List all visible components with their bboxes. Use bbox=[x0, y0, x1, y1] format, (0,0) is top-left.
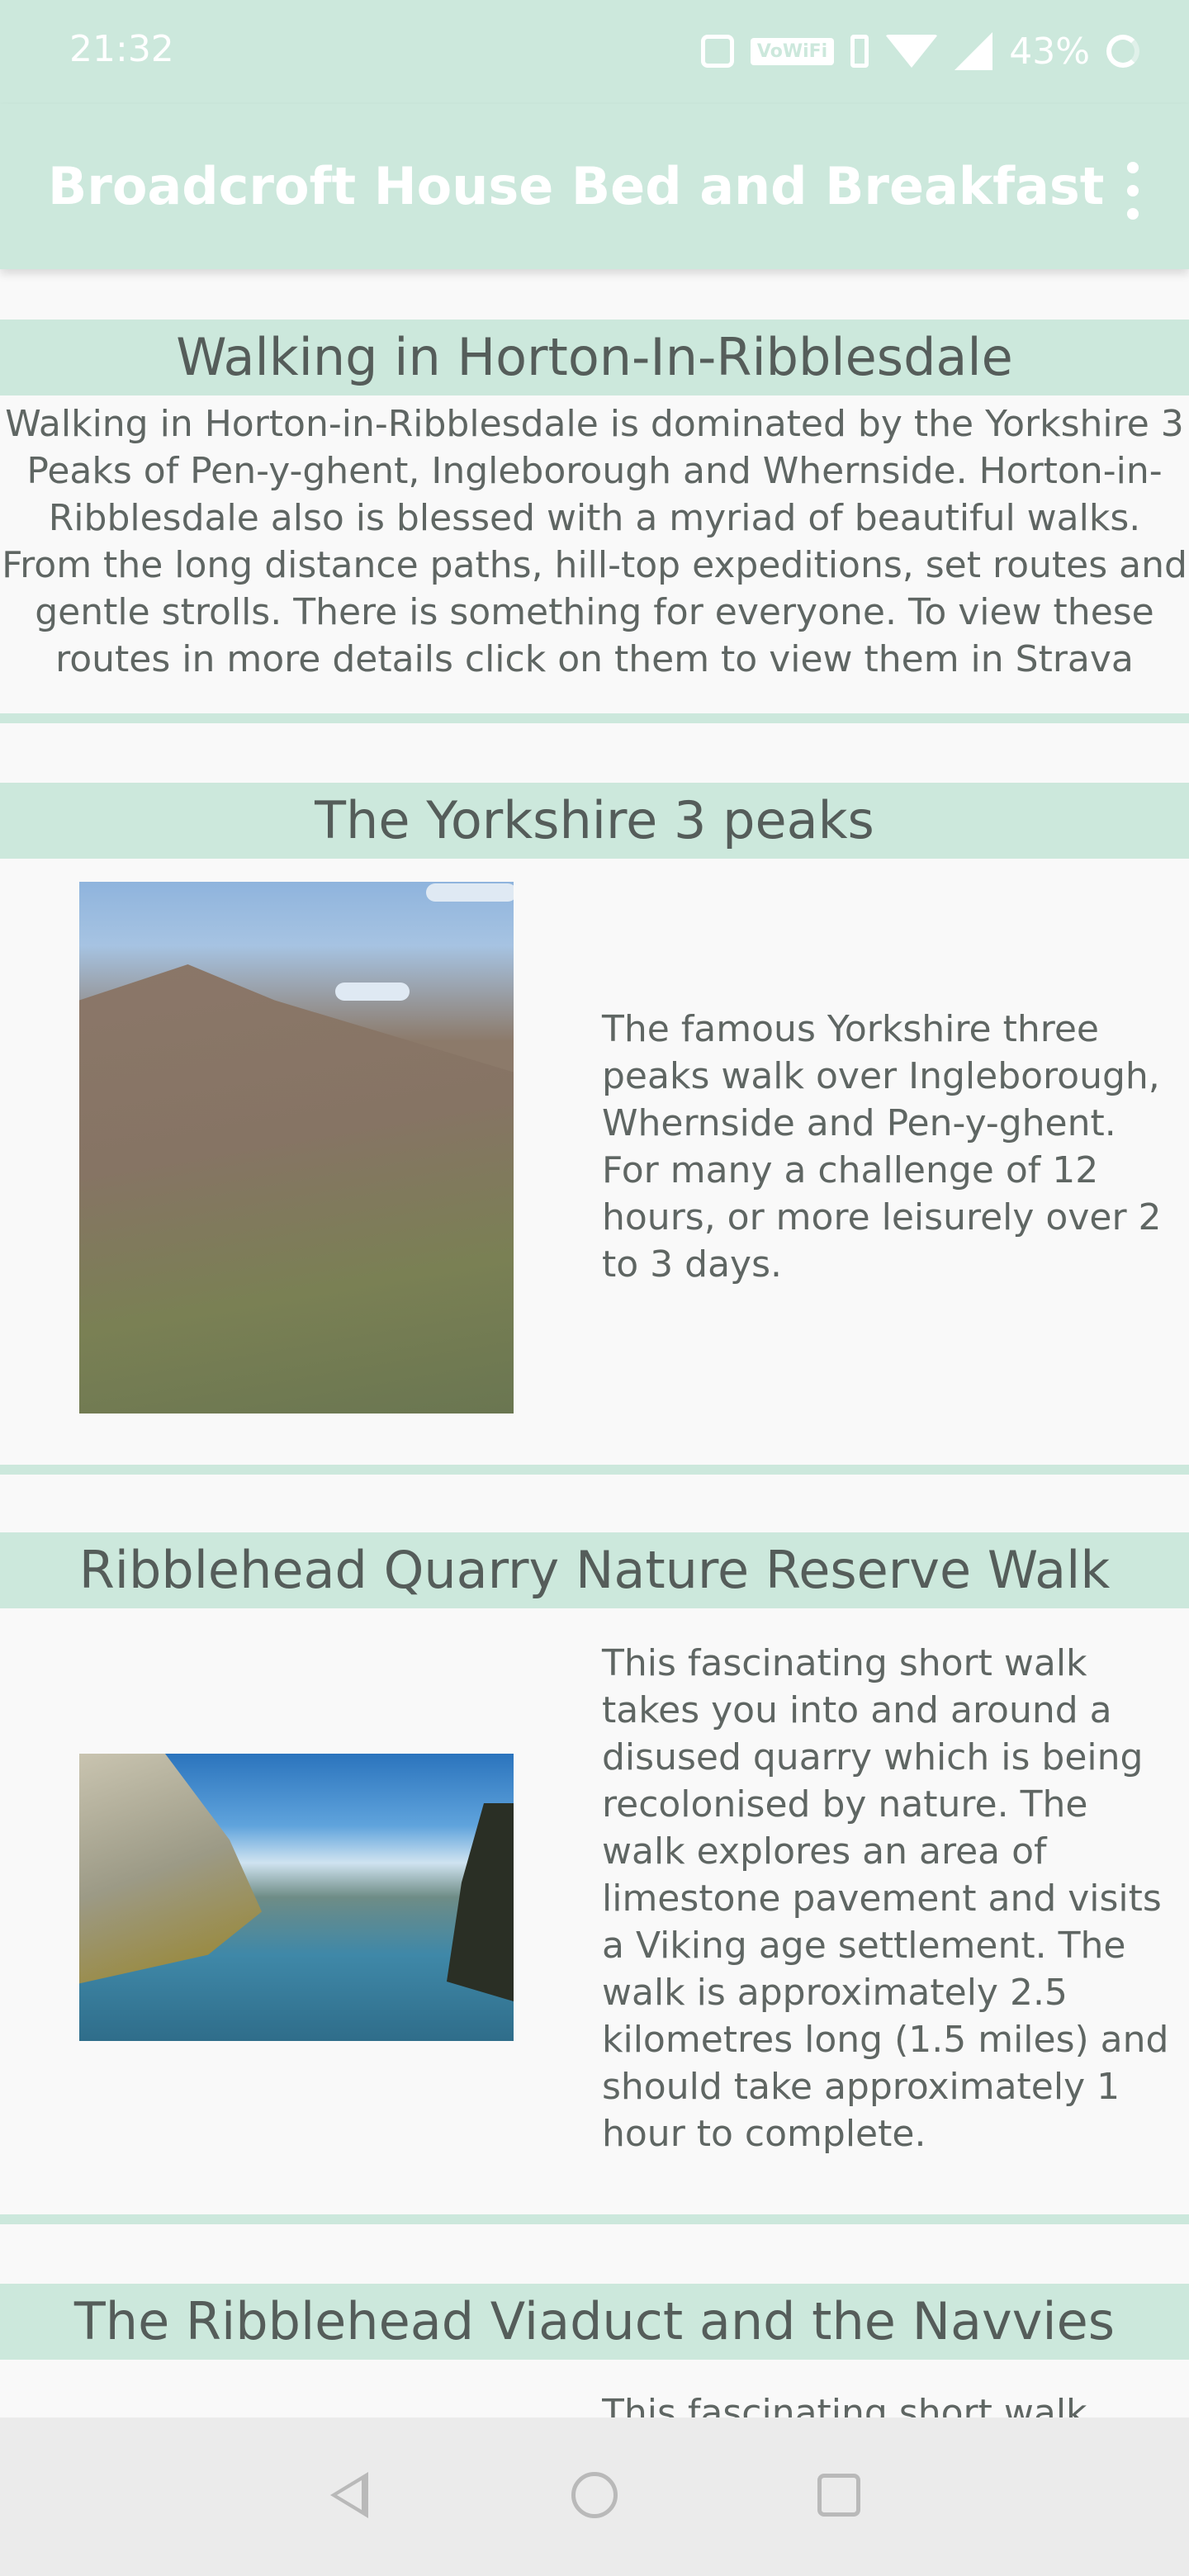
app-title: Broadcroft House Bed and Breakfast bbox=[48, 156, 1105, 216]
status-bar: 21:32 VoWiFi 43% bbox=[0, 0, 1189, 104]
walk-image-quarry[interactable] bbox=[79, 1754, 514, 2041]
signal-icon bbox=[955, 32, 993, 70]
battery-percent: 43% bbox=[1009, 30, 1090, 73]
divider bbox=[0, 713, 1189, 723]
vibrate-icon bbox=[850, 35, 869, 68]
intro-heading: Walking in Horton-In-Ribblesdale bbox=[0, 320, 1189, 395]
divider bbox=[0, 1465, 1189, 1475]
battery-ring-icon bbox=[1106, 35, 1139, 68]
walk-image-yorkshire-peaks[interactable] bbox=[79, 882, 514, 1413]
back-icon[interactable] bbox=[330, 2472, 368, 2518]
walk-title: The Ribblehead Viaduct and the Navvies bbox=[0, 2284, 1189, 2360]
divider bbox=[0, 2214, 1189, 2224]
walk-description: The famous Yorkshire three peaks walk ov… bbox=[602, 1008, 1162, 1286]
walk-description: This fascinating short walk bbox=[602, 2392, 1087, 2417]
status-time: 21:32 bbox=[69, 28, 174, 70]
overflow-menu-icon[interactable] bbox=[1126, 162, 1139, 220]
nfc-icon bbox=[700, 35, 734, 68]
status-icons: VoWiFi 43% bbox=[700, 25, 1139, 78]
recents-icon[interactable] bbox=[817, 2474, 860, 2517]
app-bar: Broadcroft House Bed and Breakfast bbox=[0, 104, 1189, 269]
walk-title: The Yorkshire 3 peaks bbox=[0, 783, 1189, 859]
walk-description: This fascinating short walk takes you in… bbox=[602, 1642, 1169, 2155]
home-icon[interactable] bbox=[571, 2472, 618, 2518]
system-nav-bar bbox=[0, 2417, 1189, 2576]
wifi-icon bbox=[885, 35, 939, 68]
intro-text: Walking in Horton-in-Ribblesdale is domi… bbox=[2, 403, 1187, 680]
walk-title: Ribblehead Quarry Nature Reserve Walk bbox=[0, 1532, 1189, 1608]
vowifi-icon: VoWiFi bbox=[750, 37, 835, 65]
